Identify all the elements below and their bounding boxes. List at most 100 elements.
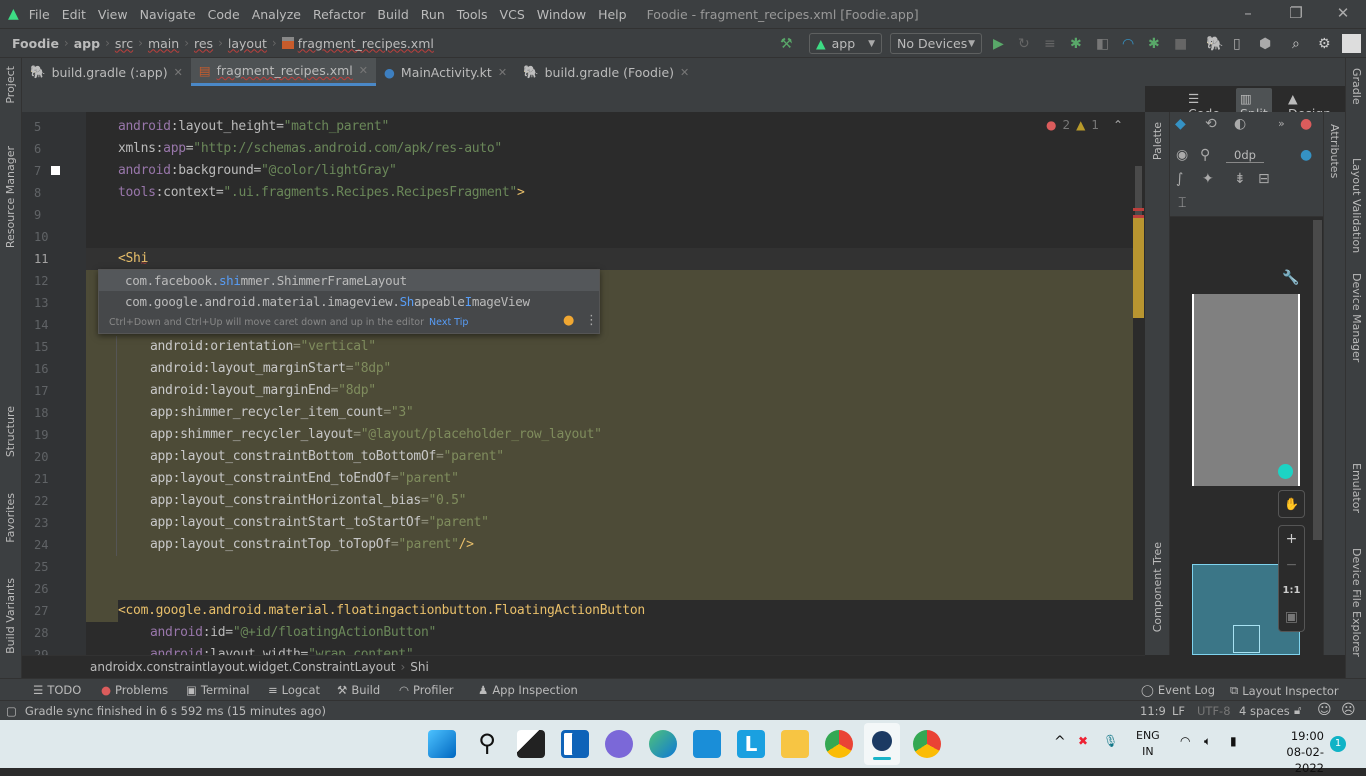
default-margin-select[interactable]: 0dp [1226, 148, 1264, 163]
device-manager-icon[interactable]: ▯ [1233, 36, 1241, 52]
help-icon[interactable]: ● [1300, 147, 1312, 163]
code-line[interactable]: android:orientation="vertical" [150, 336, 376, 358]
pack-icon[interactable]: ⇟ [1234, 171, 1246, 187]
tool-layout-validation[interactable]: Layout Validation [1350, 158, 1363, 253]
close-tab-icon[interactable]: ✕ [359, 64, 368, 77]
layers-icon[interactable]: ◆ [1175, 116, 1186, 132]
zoom-actual-button[interactable]: 1:1 [1279, 578, 1304, 604]
tool-windows-icon[interactable]: ▢ [6, 704, 17, 718]
menu-file[interactable]: File [23, 7, 56, 22]
crumb-main[interactable]: main [148, 36, 179, 51]
more-options-icon[interactable]: ⋮ [585, 313, 598, 328]
design-scrollbar[interactable] [1313, 220, 1322, 540]
tool-build[interactable]: ⚒ Build [337, 683, 380, 697]
menu-view[interactable]: View [92, 7, 134, 22]
menu-help[interactable]: Help [592, 7, 633, 22]
apply-changes-icon[interactable]: ↻ [1018, 36, 1030, 52]
code-line[interactable]: android:layout_marginStart="8dp" [150, 358, 391, 380]
fab-preview[interactable] [1278, 464, 1293, 479]
language-indicator[interactable]: ENG IN [1136, 728, 1160, 760]
editor-scrollbar[interactable] [1133, 112, 1144, 655]
tab-build-gradle-foodie-[interactable]: 🐘 build.gradle (Foodie) ✕ [515, 58, 697, 86]
search-icon[interactable]: ⌕ [1292, 36, 1300, 52]
clear-constraints-icon[interactable]: ∫ [1176, 171, 1183, 187]
tab-fragment-recipes-xml[interactable]: ▤ fragment_recipes.xml ✕ [190, 58, 376, 86]
tool-build-variants[interactable]: Build Variants [4, 578, 17, 654]
color-swatch-icon[interactable] [51, 166, 60, 175]
tool-device-file-explorer[interactable]: Device File Explorer [1350, 548, 1363, 657]
crumb-src[interactable]: src [115, 36, 133, 51]
code-line[interactable]: app:layout_constraintHorizontal_bias="0.… [150, 490, 466, 512]
menu-window[interactable]: Window [531, 7, 592, 22]
avatar[interactable] [1342, 34, 1361, 53]
tool-palette[interactable]: Palette [1151, 122, 1164, 160]
profile-icon[interactable]: ◠ [1122, 36, 1134, 52]
apply-code-changes-icon[interactable]: ≡ [1044, 36, 1056, 52]
code-line[interactable]: android:layout_marginEnd="8dp" [150, 380, 376, 402]
orientation-icon[interactable]: ⟲ [1205, 116, 1217, 132]
close-button[interactable]: ✕ [1333, 4, 1353, 24]
close-tab-icon[interactable]: ✕ [174, 66, 183, 79]
menu-edit[interactable]: Edit [56, 7, 92, 22]
mail-icon[interactable] [693, 730, 721, 758]
start-icon[interactable] [428, 730, 456, 758]
tab-mainactivity-kt[interactable]: ● MainActivity.kt ✕ [376, 58, 515, 86]
stop-icon[interactable]: ■ [1174, 36, 1187, 52]
chrome-profile-icon[interactable] [913, 730, 941, 758]
code-line[interactable]: app:shimmer_recycler_layout="@layout/pla… [150, 424, 602, 446]
show-hidden-icons-icon[interactable]: ^ [1054, 734, 1066, 750]
align-icon[interactable]: ⊟ [1258, 171, 1270, 187]
inspection-widget[interactable]: ●2 ▲1 ⌃ ⌄ [1046, 118, 1145, 132]
menu-code[interactable]: Code [202, 7, 246, 22]
breadcrumb-shi[interactable]: Shi [410, 660, 429, 674]
caret-position[interactable]: 11:9 [1140, 704, 1166, 718]
device-select[interactable]: No Devices ▼ [890, 33, 982, 54]
code-line[interactable]: app:layout_constraintStart_toStartOf="pa… [150, 512, 489, 534]
status-message[interactable]: Gradle sync finished in 6 s 592 ms (15 m… [25, 704, 326, 718]
happy-face-icon[interactable]: ☺ [1317, 702, 1332, 718]
launcher-l-icon[interactable]: L [737, 730, 765, 758]
widgets-icon[interactable] [561, 730, 589, 758]
code-line[interactable]: app:shimmer_recycler_item_count="3" [150, 402, 414, 424]
gear-icon[interactable]: ⚙ [1318, 36, 1331, 52]
search-icon[interactable]: ⚲ [473, 730, 501, 758]
tool-event-log[interactable]: ◯ Event Log [1141, 683, 1215, 697]
attach-debugger-icon[interactable]: ◧ [1096, 36, 1109, 52]
close-tab-icon[interactable]: ✕ [498, 66, 507, 79]
code-line[interactable]: app:layout_constraintTop_toTopOf="parent… [150, 534, 474, 556]
design-surface[interactable]: ◆ ⟲ ◐ » ● ◉ ⚲ 0dp ● ∫ ✦ ⇟ ⊟ ⌶ 🔧 ✋ + − 1:… [1170, 112, 1323, 655]
code-line[interactable]: <com.google.android.material.floatingact… [118, 600, 645, 622]
tool-project[interactable]: Project [4, 66, 17, 104]
guidelines-icon[interactable]: ⌶ [1178, 195, 1186, 211]
tool-component-tree[interactable]: Component Tree [1151, 542, 1164, 632]
code-line[interactable]: xmlns:app="http://schemas.android.com/ap… [118, 138, 502, 160]
error-icon[interactable]: ● [1300, 116, 1312, 132]
line-separator[interactable]: LF [1172, 704, 1185, 718]
crumb-file[interactable]: fragment_recipes.xml [298, 36, 434, 51]
debug-icon[interactable]: ✱ [1070, 36, 1082, 52]
close-tab-icon[interactable]: ✕ [680, 66, 689, 79]
zoom-in-button[interactable]: + [1279, 526, 1304, 552]
code-line[interactable]: android:id="@+id/floatingActionButton" [150, 622, 436, 644]
tool-attributes[interactable]: Attributes [1328, 124, 1341, 178]
next-tip-link[interactable]: Next Tip [429, 317, 468, 328]
code-line[interactable]: android:background="@color/lightGray" [118, 160, 397, 182]
teams-chat-icon[interactable] [605, 730, 633, 758]
autocomplete-item[interactable]: com.facebook.shimmer.ShimmerFrameLayout [99, 270, 599, 291]
wrench-icon[interactable]: 🔧 [1282, 270, 1299, 286]
menu-navigate[interactable]: Navigate [134, 7, 202, 22]
previous-highlight-icon[interactable]: ⌃ [1113, 118, 1123, 132]
tab-build-gradle-app-[interactable]: 🐘 build.gradle (:app) ✕ [22, 58, 191, 86]
menu-vcs[interactable]: VCS [494, 7, 531, 22]
chrome-icon[interactable] [825, 730, 853, 758]
file-encoding[interactable]: UTF-8 [1197, 704, 1231, 718]
attach-debug-icon[interactable]: ✱ [1148, 36, 1160, 52]
tool-terminal[interactable]: ▣ Terminal [186, 683, 249, 697]
tool-device-manager[interactable]: Device Manager [1350, 273, 1363, 362]
sync-gradle-icon[interactable]: 🐘 [1206, 36, 1223, 52]
tool-resource-manager[interactable]: Resource Manager [4, 146, 17, 248]
theme-icon[interactable]: ◐ [1234, 116, 1246, 132]
zoom-fit-button[interactable]: ▣ [1279, 604, 1304, 630]
make-project-icon[interactable]: ⚒ [780, 36, 793, 52]
error-marker[interactable] [1133, 208, 1144, 211]
